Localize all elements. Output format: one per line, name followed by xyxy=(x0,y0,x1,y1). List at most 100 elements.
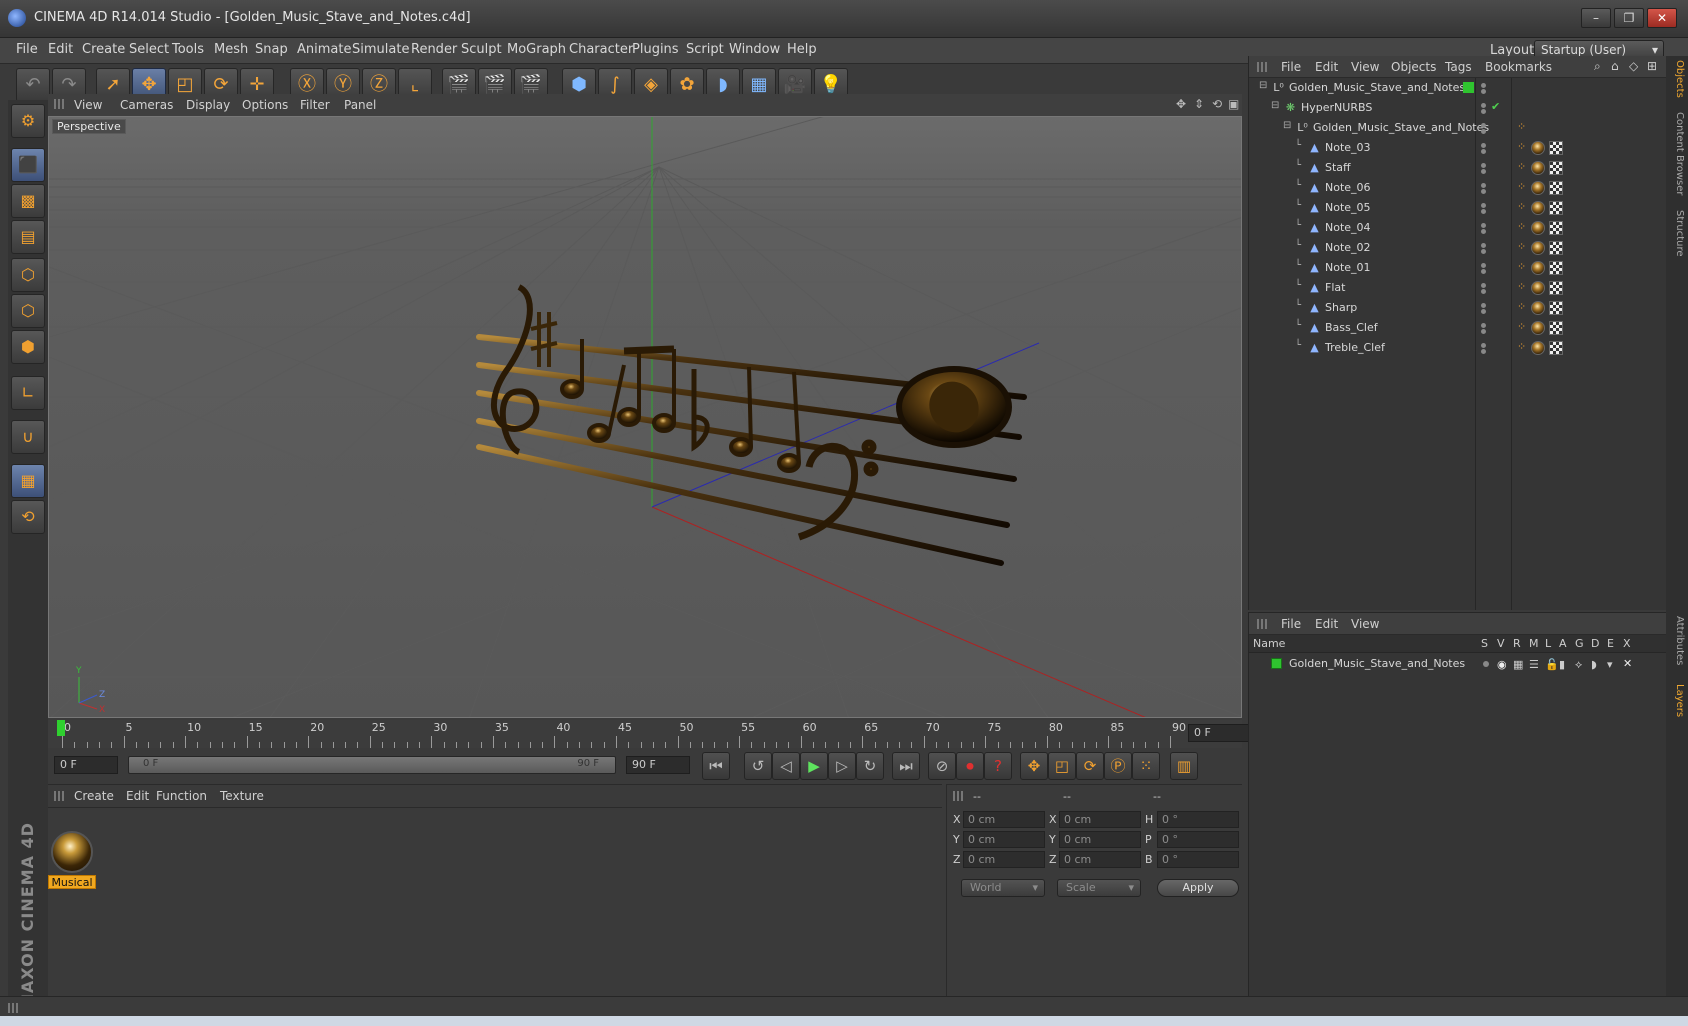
pos-x-field[interactable]: 0 cm xyxy=(963,811,1045,828)
menu-sculpt[interactable]: Sculpt xyxy=(461,42,502,57)
collapse-icon[interactable]: ◇ xyxy=(1629,59,1638,73)
editor-visibility-dot-icon[interactable] xyxy=(1481,83,1486,88)
layer-col-generators[interactable]: G xyxy=(1575,637,1584,650)
editor-visibility-dot-icon[interactable] xyxy=(1481,203,1486,208)
workplane-mode-button[interactable]: ▤ xyxy=(11,220,45,254)
3d-viewport[interactable]: Y X Z Perspective xyxy=(48,116,1242,718)
layer-row[interactable]: Golden_Music_Stave_and_Notes ◉ ▦ ☰ 🔓 ▮ ⟡… xyxy=(1249,655,1667,673)
new-manager-icon[interactable]: ⊞ xyxy=(1647,59,1657,73)
model-mode-button[interactable]: ⬛ xyxy=(11,148,45,182)
editor-visibility-dot-icon[interactable] xyxy=(1481,343,1486,348)
phong-tag-icon[interactable]: ⁘ xyxy=(1517,280,1526,293)
eye-icon[interactable]: ◉ xyxy=(1497,658,1507,671)
animation-icon[interactable]: ▮ xyxy=(1559,658,1565,671)
layer-menu-edit[interactable]: Edit xyxy=(1315,617,1338,631)
phong-tag-icon[interactable]: ⁘ xyxy=(1517,200,1526,213)
collapse-toggle-icon[interactable]: ⊟ xyxy=(1283,120,1291,131)
previous-frame-button[interactable]: ◁ xyxy=(772,752,800,780)
editor-visibility-dot-icon[interactable] xyxy=(1481,163,1486,168)
object-row[interactable]: └ ▲ Note_03 ⁘ xyxy=(1249,138,1667,158)
timeline-ruler[interactable]: 0 5 10 15 20 25 30 35 40 45 50 55 60 65 70 75 80 85 90 0 F xyxy=(48,720,1254,748)
material-tag-icon[interactable] xyxy=(1531,181,1545,195)
render-visibility-dot-icon[interactable] xyxy=(1481,209,1486,214)
uvw-tag-icon[interactable] xyxy=(1549,261,1563,275)
zoom-view-icon[interactable]: ⇕ xyxy=(1194,97,1204,111)
material-menu-edit[interactable]: Edit xyxy=(126,789,149,803)
menu-tools[interactable]: Tools xyxy=(172,42,204,57)
editor-visibility-dot-icon[interactable] xyxy=(1481,303,1486,308)
layer-col-locked[interactable]: L xyxy=(1545,637,1551,650)
render-visibility-dot-icon[interactable] xyxy=(1481,309,1486,314)
layer-col-deformers[interactable]: D xyxy=(1591,637,1599,650)
render-visibility-dot-icon[interactable] xyxy=(1481,109,1486,114)
material-tag-icon[interactable] xyxy=(1531,281,1545,295)
material-tag-icon[interactable] xyxy=(1531,241,1545,255)
record-position-button[interactable]: ✥ xyxy=(1020,752,1048,780)
object-row[interactable]: └ ▲ Note_06 ⁘ xyxy=(1249,178,1667,198)
object-menu-file[interactable]: File xyxy=(1281,60,1301,74)
material-menu-create[interactable]: Create xyxy=(74,789,114,803)
menu-animate[interactable]: Animate xyxy=(297,42,351,57)
menu-file[interactable]: File xyxy=(16,42,38,57)
current-frame-marker[interactable] xyxy=(57,720,65,736)
search-icon[interactable]: ⌕ xyxy=(1594,59,1601,74)
axis-mode-button[interactable]: ∟ xyxy=(11,376,45,410)
object-row[interactable]: └ ▲ Sharp ⁘ xyxy=(1249,298,1667,318)
points-mode-button[interactable]: ⬡ xyxy=(11,258,45,292)
render-visibility-dot-icon[interactable] xyxy=(1481,229,1486,234)
material-tag-icon[interactable] xyxy=(1531,321,1545,335)
layer-color-swatch[interactable] xyxy=(1271,658,1282,669)
tab-structure[interactable]: Structure xyxy=(1669,210,1685,257)
layer-color-swatch[interactable] xyxy=(1463,82,1474,93)
home-icon[interactable]: ⌂ xyxy=(1611,59,1619,73)
material-tag-icon[interactable] xyxy=(1531,201,1545,215)
play-button[interactable]: ▶ xyxy=(800,752,828,780)
edges-mode-button[interactable]: ⬡ xyxy=(11,294,45,328)
uvw-tag-icon[interactable] xyxy=(1549,141,1563,155)
render-visibility-dot-icon[interactable] xyxy=(1481,249,1486,254)
phong-tag-icon[interactable]: ⁘ xyxy=(1517,320,1526,333)
menu-mograph[interactable]: MoGraph xyxy=(507,42,566,57)
uvw-tag-icon[interactable] xyxy=(1549,181,1563,195)
editor-visibility-dot-icon[interactable] xyxy=(1481,263,1486,268)
keyframe-selection-button[interactable]: ? xyxy=(984,752,1012,780)
uvw-tag-icon[interactable] xyxy=(1549,321,1563,335)
current-frame-field[interactable]: 0 F xyxy=(1188,724,1254,742)
phong-tag-icon[interactable]: ⁘ xyxy=(1517,160,1526,173)
apply-button[interactable]: Apply xyxy=(1157,879,1239,897)
menu-create[interactable]: Create xyxy=(82,42,125,57)
viewport-menu-filter[interactable]: Filter xyxy=(300,98,330,112)
editor-visibility-dot-icon[interactable] xyxy=(1481,123,1486,128)
record-point-level-button[interactable]: ⁙ xyxy=(1132,752,1160,780)
editor-visibility-dot-icon[interactable] xyxy=(1481,103,1486,108)
object-row[interactable]: └ ▲ Staff ⁘ xyxy=(1249,158,1667,178)
object-row[interactable]: ⊟ L⁰ Golden_Music_Stave_and_Notes ⁘ xyxy=(1249,118,1667,138)
object-row[interactable]: └ ▲ Note_01 ⁘ xyxy=(1249,258,1667,278)
make-editable-button[interactable]: ⚙ xyxy=(11,104,45,138)
layer-col-animation[interactable]: A xyxy=(1559,637,1567,650)
autokey-button[interactable]: ⊘ xyxy=(928,752,956,780)
object-row[interactable]: ⊟ L⁰ Golden_Music_Stave_and_Notes xyxy=(1249,78,1667,98)
record-scale-button[interactable]: ◰ xyxy=(1048,752,1076,780)
viewport-menu-view[interactable]: View xyxy=(74,98,102,112)
menu-character[interactable]: Character xyxy=(569,42,633,57)
deformer-icon[interactable]: ◗ xyxy=(1591,658,1597,671)
maximize-view-icon[interactable]: ▣ xyxy=(1228,97,1239,111)
menu-window[interactable]: Window xyxy=(729,42,780,57)
tab-layers[interactable]: Layers xyxy=(1669,684,1685,717)
uvw-tag-icon[interactable] xyxy=(1549,221,1563,235)
pos-y-field[interactable]: 0 cm xyxy=(963,831,1045,848)
uvw-tag-icon[interactable] xyxy=(1549,281,1563,295)
manager-icon[interactable]: ☰ xyxy=(1529,658,1539,671)
minimize-button[interactable]: – xyxy=(1581,8,1611,28)
timeline-window-button[interactable]: ▥ xyxy=(1170,752,1198,780)
layer-col-xref[interactable]: X xyxy=(1623,637,1631,650)
viewport-menu-panel[interactable]: Panel xyxy=(344,98,376,112)
render-visibility-dot-icon[interactable] xyxy=(1481,149,1486,154)
panel-grip-icon[interactable] xyxy=(54,791,64,801)
object-row[interactable]: └ ▲ Note_02 ⁘ xyxy=(1249,238,1667,258)
go-to-previous-key-button[interactable]: ↺ xyxy=(744,752,772,780)
menu-render[interactable]: Render xyxy=(411,42,457,57)
material-tag-icon[interactable] xyxy=(1531,221,1545,235)
uvw-tag-icon[interactable] xyxy=(1549,301,1563,315)
